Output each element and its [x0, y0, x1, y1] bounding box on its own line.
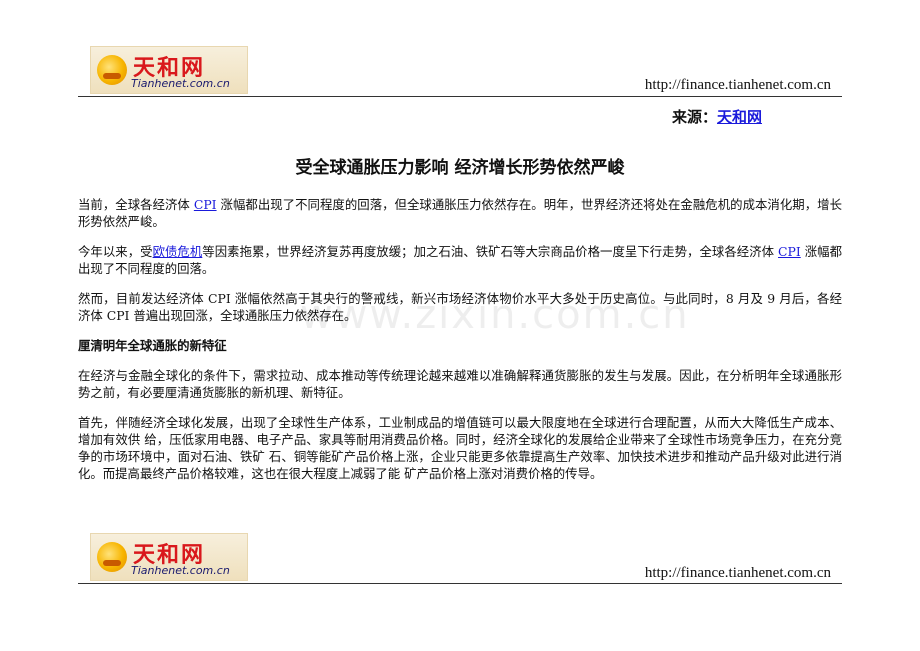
header-logo: 天和网 Tianhenet.com.cn [90, 46, 248, 94]
sun-logo-icon [97, 55, 127, 85]
logo-mark [103, 73, 121, 79]
logo-en-text: Tianhenet.com.cn [131, 77, 230, 90]
footer-divider [78, 583, 842, 584]
paragraph-2: 今年以来，受欧债危机等因素拖累，世界经济复苏再度放缓；加之石油、铁矿石等大宗商品… [78, 244, 842, 276]
paragraph-3: 然而，目前发达经济体 CPI 涨幅依然高于其央行的警戒线，新兴市场经济体物价水平… [78, 291, 842, 323]
cpi-link[interactable]: CPI [194, 197, 217, 212]
article-body: 当前，全球各经济体 CPI 涨幅都出现了不同程度的回落，但全球通胀压力依然存在。… [78, 196, 842, 495]
paragraph-5: 首先，伴随经济全球化发展，出现了全球性生产体系，工业制成品的增值链可以最大限度地… [78, 415, 842, 481]
source-label: 来源： [671, 108, 717, 126]
logo-en-text: Tianhenet.com.cn [131, 564, 230, 577]
source-line: 来源：天和网 [672, 106, 762, 127]
footer-logo: 天和网 Tianhenet.com.cn [90, 533, 248, 581]
section-heading: 厘清明年全球通胀的新特征 [78, 338, 227, 353]
paragraph-1: 当前，全球各经济体 CPI 涨幅都出现了不同程度的回落，但全球通胀压力依然存在。… [78, 197, 842, 229]
header-url: http://finance.tianhenet.com.cn [644, 77, 831, 93]
paragraph-4: 在经济与金融全球化的条件下，需求拉动、成本推动等传统理论越来越难以准确解释通货膨… [78, 368, 842, 400]
euro-debt-crisis-link[interactable]: 欧债危机 [153, 244, 203, 259]
article-title: 受全球通胀压力影响 经济增长形势依然严峻 [295, 158, 625, 178]
logo-mark [103, 560, 121, 566]
header-divider [78, 96, 842, 97]
footer-url: http://finance.tianhenet.com.cn [644, 565, 831, 581]
cpi-link[interactable]: CPI [778, 244, 801, 259]
source-link[interactable]: 天和网 [717, 108, 762, 126]
sun-logo-icon [97, 542, 127, 572]
